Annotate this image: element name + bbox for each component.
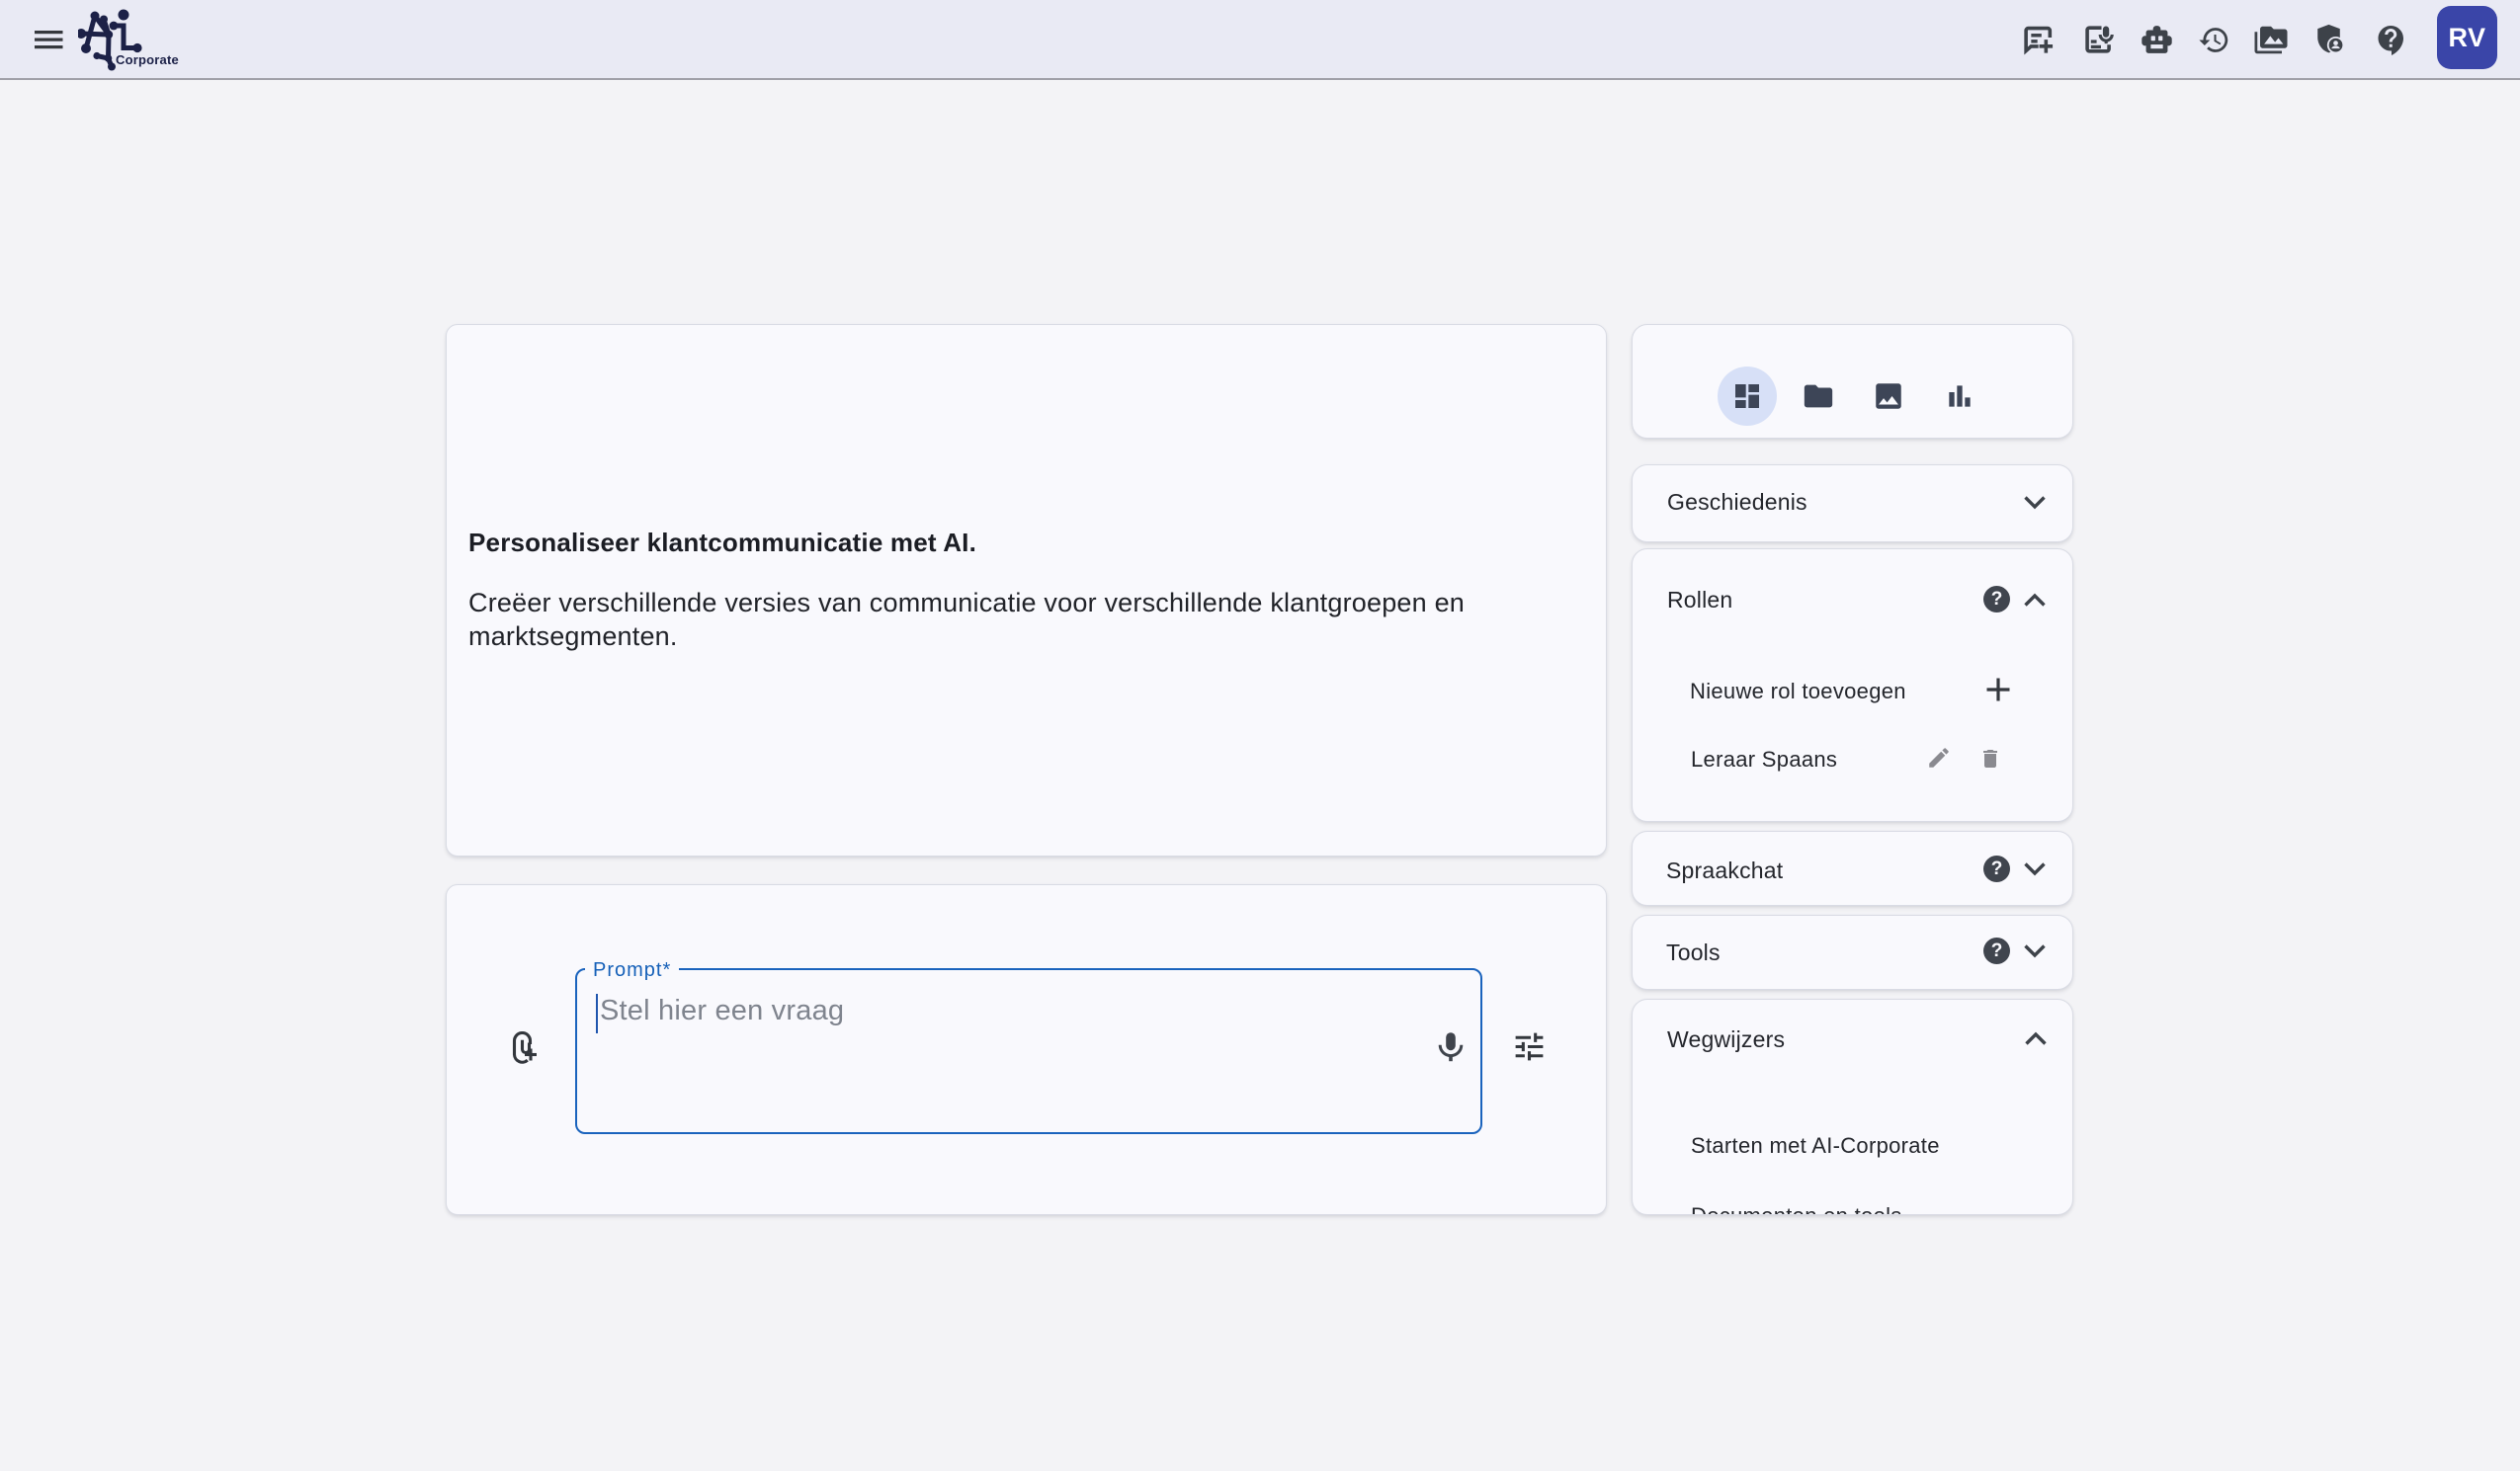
- svg-text:Corporate: Corporate: [116, 52, 179, 67]
